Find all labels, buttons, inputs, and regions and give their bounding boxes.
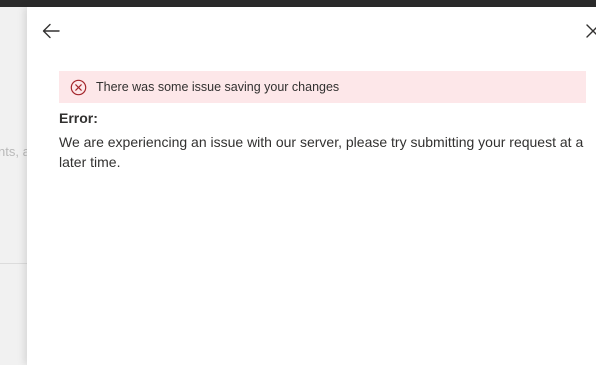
- back-button[interactable]: [41, 21, 61, 41]
- close-button[interactable]: [583, 21, 596, 41]
- error-circle-icon: [70, 79, 87, 96]
- side-panel: There was some issue saving your changes…: [27, 7, 596, 365]
- close-icon: [586, 24, 596, 38]
- error-message-text: There was some issue saving your changes: [96, 80, 340, 94]
- background-page-text: nts, a: [0, 144, 27, 159]
- error-description: We are experiencing an issue with our se…: [59, 134, 584, 170]
- error-message-bar: There was some issue saving your changes: [59, 71, 586, 103]
- background-page: nts, a: [0, 7, 27, 365]
- top-bar: [0, 0, 596, 7]
- background-divider: [0, 263, 27, 264]
- arrow-left-icon: [42, 23, 60, 39]
- error-heading: Error:: [59, 110, 98, 126]
